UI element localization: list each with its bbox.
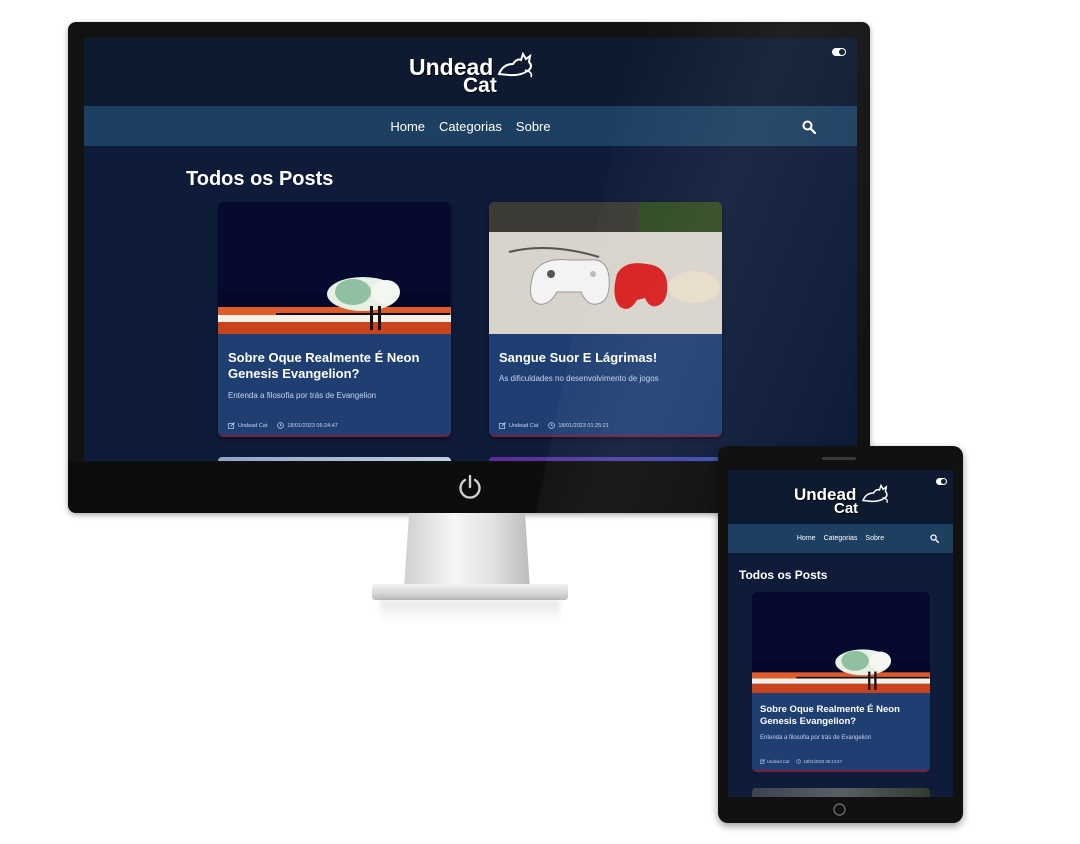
edit-icon [228,422,235,429]
post-author: Undead Cat [767,759,790,764]
nav-categorias[interactable]: Categorias [439,119,502,134]
post-card-evangelion[interactable]: Sobre Oque Realmente É Neon Genesis Evan… [752,592,930,772]
clock-icon [277,422,285,429]
edit-icon [760,759,765,764]
post-author: Undead Cat [509,422,539,429]
post-meta: Undead Cat 18/01/2023 06:24:47 [760,759,842,764]
desktop-screen: Undead Cat Home Categorias Sobre Todos o… [84,38,857,461]
site-nav: Home Categorias Sobre [84,106,857,146]
cat-logo-icon [497,51,533,78]
post-card-peek[interactable] [752,788,930,797]
post-image-controllers [489,202,722,334]
monitor-stand [404,513,530,589]
nav-sobre[interactable]: Sobre [516,119,551,134]
theme-toggle-icon[interactable] [832,48,846,56]
nav-home[interactable]: Home [390,119,425,134]
desktop-monitor: Undead Cat Home Categorias Sobre Todos o… [68,22,870,513]
logo-line-2: Cat [463,74,497,97]
logo-line-2: Cat [834,500,859,517]
monitor-stand-base [372,584,568,600]
post-meta: Undead Cat 18/01/2023 01:25:21 [499,422,609,429]
site-header: Undead Cat [728,470,953,524]
page-title: Todos os Posts [186,168,334,190]
post-title[interactable]: Sangue Suor E Lágrimas! [499,350,714,366]
tablet-speaker [822,457,856,460]
tablet-device: Undead Cat Home Categorias Sobre Todos o… [718,446,963,823]
post-card-peek[interactable] [489,457,722,461]
post-image-evangelion [218,202,451,334]
post-title[interactable]: Sobre Oque Realmente É Neon Genesis Evan… [228,350,443,382]
post-date: 18/01/2023 01:25:21 [558,422,609,429]
post-subtitle: Entenda a filosofia por trás de Evangeli… [228,391,377,400]
post-card-sangue[interactable]: Sangue Suor E Lágrimas! As dificuldades … [489,202,722,437]
post-author: Undead Cat [238,422,268,429]
post-card-peek[interactable] [218,457,451,461]
site-nav: Home Categorias Sobre [728,524,953,553]
clock-icon [796,759,802,764]
post-subtitle: Entenda a filosofia por trás de Evangeli… [760,735,872,741]
post-meta: Undead Cat 18/01/2023 06:24:47 [228,422,338,429]
edit-icon [499,422,506,429]
cat-logo-icon [861,483,888,503]
nav-home[interactable]: Home [797,535,816,542]
post-title[interactable]: Sobre Oque Realmente É Neon Genesis Evan… [760,704,924,728]
post-subtitle: As dificuldades no desenvolvimento de jo… [499,374,659,383]
site-logo[interactable]: Undead Cat [794,482,894,522]
nav-sobre[interactable]: Sobre [865,535,884,542]
power-icon[interactable] [456,473,484,501]
post-date: 18/01/2023 06:24:47 [287,422,338,429]
search-icon[interactable] [930,534,939,543]
post-image-evangelion [752,592,930,693]
search-icon[interactable] [802,120,816,134]
page-title: Todos os Posts [739,568,828,582]
theme-toggle-icon[interactable] [936,478,947,485]
site-logo[interactable]: Undead Cat [409,48,534,100]
tablet-screen: Undead Cat Home Categorias Sobre Todos o… [728,470,953,797]
post-date: 18/01/2023 06:24:47 [803,759,842,764]
site-header: Undead Cat [84,38,857,106]
post-card-evangelion[interactable]: Sobre Oque Realmente É Neon Genesis Evan… [218,202,451,437]
nav-categorias[interactable]: Categorias [824,535,858,542]
home-button-icon[interactable] [833,803,846,816]
monitor-stand-shadow [380,600,560,622]
clock-icon [548,422,556,429]
